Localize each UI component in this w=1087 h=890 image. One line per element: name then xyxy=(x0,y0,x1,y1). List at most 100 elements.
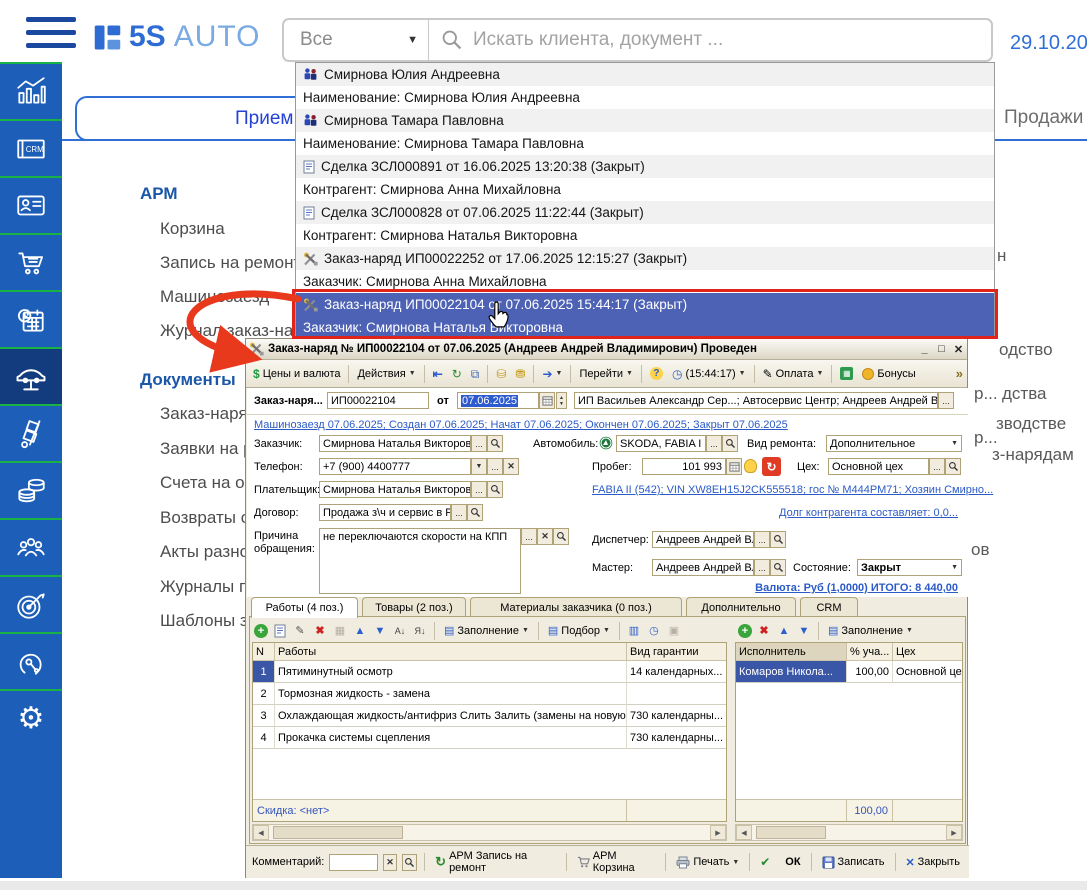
tab-additional[interactable]: Дополнительно xyxy=(686,597,796,617)
delete-row-button[interactable]: ✖ xyxy=(756,623,772,639)
time-norm-button[interactable]: ◷ xyxy=(646,623,662,639)
payer-select-button[interactable]: ... xyxy=(471,481,487,498)
fill-button[interactable]: ▤Заполнение▼ xyxy=(441,623,532,638)
customer-open-button[interactable] xyxy=(487,435,503,452)
comment-input[interactable] xyxy=(329,854,377,871)
debt-link[interactable]: Долг контрагента составляет: 0,0... xyxy=(779,507,958,519)
save-disabled-button[interactable]: ▣ xyxy=(666,623,682,639)
works-row-cell[interactable]: 1 xyxy=(253,661,275,683)
date-spinner[interactable]: ▲▼ xyxy=(556,392,567,409)
search-result-description[interactable]: Наименование: Смирнова Юлия Андреевна xyxy=(296,86,994,109)
sidebar-item-delivery[interactable] xyxy=(0,404,62,461)
search-result-client[interactable]: Смирнова Юлия Андреевна xyxy=(296,63,994,86)
menu-item-zhurnaly[interactable]: Журналы пе xyxy=(160,577,258,597)
search-result-deal[interactable]: Сделка ЗСЛ000828 от 07.06.2025 11:22:44 … xyxy=(296,201,994,224)
sidebar-item-finance[interactable] xyxy=(0,461,62,518)
ok-button[interactable]: ✔ОК xyxy=(757,854,803,870)
post-document-button[interactable]: ⇤ xyxy=(430,367,446,381)
menu-item-shablony[interactable]: Шаблоны за xyxy=(160,611,257,631)
column-header-executor[interactable]: Исполнитель xyxy=(736,643,847,661)
scroll-thumb[interactable] xyxy=(756,826,826,839)
discount-footer[interactable]: Скидка: <нет> xyxy=(253,799,627,821)
reason-textarea[interactable]: не переключаются скорости на КПП xyxy=(319,528,521,594)
search-result-work-order[interactable]: Заказ-наряд ИП00022252 от 17.06.2025 12:… xyxy=(296,247,994,270)
reason-select-button[interactable]: ... xyxy=(521,528,537,545)
move-up-button[interactable]: ▲ xyxy=(776,623,792,639)
column-header-shop[interactable]: Цех xyxy=(893,643,962,661)
copy-disabled-button[interactable]: ▦ xyxy=(332,623,348,639)
dispatcher-field[interactable]: Андреев Андрей Вл xyxy=(652,531,754,548)
structure-button[interactable]: ⛁ xyxy=(493,367,509,381)
print-button[interactable]: Печать▼ xyxy=(673,855,742,870)
bonuses-button[interactable]: Бонусы xyxy=(859,367,918,381)
global-search-combo[interactable]: Все ▼ Искать клиента, документ ... xyxy=(282,18,993,62)
maximize-button[interactable]: □ xyxy=(933,343,950,355)
phone-dropdown-button[interactable]: ▼ xyxy=(471,458,487,475)
master-field[interactable]: Андреев Андрей Вл xyxy=(652,559,754,576)
executor-row-cell[interactable]: Комаров Никола... xyxy=(736,661,847,683)
bulb-icon[interactable] xyxy=(744,459,757,473)
repair-type-select[interactable]: Дополнительное▼ xyxy=(826,435,962,452)
works-row-cell[interactable]: 3 xyxy=(253,705,275,727)
menu-item-mashinozaezd[interactable]: Машинозаезд xyxy=(160,287,269,307)
close-button[interactable]: ✕ xyxy=(950,343,967,356)
move-down-button[interactable]: ▼ xyxy=(372,623,388,639)
chevron-down-icon[interactable]: ▼ xyxy=(951,440,958,447)
comment-clear-button[interactable]: ✕ xyxy=(383,854,398,871)
subordination-button[interactable]: ⛃ xyxy=(512,367,528,381)
master-select-button[interactable]: ... xyxy=(754,559,770,576)
column-header-n[interactable]: N xyxy=(253,643,275,661)
close-dialog-button[interactable]: ✕Закрыть xyxy=(902,855,963,870)
calculator-button[interactable]: ▦ xyxy=(837,366,856,381)
search-scope-select[interactable]: Все ▼ xyxy=(284,29,428,51)
contract-open-button[interactable] xyxy=(467,504,483,521)
car-select-button[interactable]: ... xyxy=(706,435,722,452)
spin-down-icon[interactable]: ▼ xyxy=(559,401,564,407)
search-result-description[interactable]: Заказчик: Смирнова Анна Михайловна xyxy=(296,270,994,293)
column-header-warranty[interactable]: Вид гарантии xyxy=(627,643,726,661)
chevron-down-icon[interactable]: ▼ xyxy=(951,564,958,571)
calendar-button[interactable] xyxy=(539,392,555,409)
shop-select-button[interactable]: ... xyxy=(929,458,945,475)
tab-goods[interactable]: Товары (2 поз.) xyxy=(362,597,466,617)
search-result-description[interactable]: Контрагент: Смирнова Анна Михайловна xyxy=(296,178,994,201)
arm-repair-button[interactable]: ↻АРМ Запись на ремонт xyxy=(432,849,559,875)
date-field[interactable]: 07.06.2025 xyxy=(457,392,539,409)
customer-select-button[interactable]: ... xyxy=(471,435,487,452)
currency-total-link[interactable]: Валюта: Руб (1,0000) ИТОГО: 8 440,00 xyxy=(755,582,958,594)
works-row-cell[interactable]: Прокачка системы сцепления xyxy=(275,727,627,749)
dispatcher-open-button[interactable] xyxy=(770,531,786,548)
sort-desc-button[interactable]: Я↓ xyxy=(412,623,428,639)
reason-clear-button[interactable]: ✕ xyxy=(537,528,553,545)
pick-button[interactable]: ▤Подбор▼ xyxy=(545,623,613,638)
more-toolbar-button[interactable]: » xyxy=(956,366,963,381)
organization-field[interactable]: ИП Васильев Александр Сер...; Автосервис… xyxy=(574,392,938,409)
sidebar-item-cart[interactable] xyxy=(0,233,62,290)
reason-open-button[interactable] xyxy=(553,528,569,545)
sidebar-item-contacts[interactable] xyxy=(0,176,62,233)
payer-field[interactable]: Смирнова Наталья Викторовна xyxy=(319,481,471,498)
state-select[interactable]: Закрыт▼ xyxy=(857,559,962,576)
menu-item-zayavki[interactable]: Заявки на р xyxy=(160,439,253,459)
column-header-percent[interactable]: % уча... xyxy=(847,643,893,661)
menu-item-korzina[interactable]: Корзина xyxy=(160,219,225,239)
tab-crm[interactable]: CRM xyxy=(800,597,858,617)
mileage-field[interactable]: 101 993 xyxy=(642,458,726,475)
contract-field[interactable]: Продажа з\ч и сервис в Руб от 27.05.2 xyxy=(319,504,451,521)
fill-button[interactable]: ▤Заполнение▼ xyxy=(825,623,916,638)
prices-currency-button[interactable]: $Цены и валюта xyxy=(250,367,343,381)
timeline-link[interactable]: Машинозаезд 07.06.2025; Создан 07.06.202… xyxy=(254,419,788,431)
send-button[interactable]: ➔▼ xyxy=(539,367,565,381)
scroll-right-icon[interactable]: ▶ xyxy=(710,825,726,840)
phone-clear-button[interactable]: ✕ xyxy=(503,458,519,475)
works-row-cell[interactable]: Пятиминутный осмотр xyxy=(275,661,627,683)
works-hscrollbar[interactable]: ◀ ▶ xyxy=(252,824,727,841)
works-row-cell[interactable]: 4 xyxy=(253,727,275,749)
tab-customer-materials[interactable]: Материалы заказчика (0 поз.) xyxy=(470,597,682,617)
car-field[interactable]: SKODA, FABIA I xyxy=(616,435,706,452)
search-result-description[interactable]: Наименование: Смирнова Тамара Павловна xyxy=(296,132,994,155)
works-row-cell[interactable]: Тормозная жидкость - замена xyxy=(275,683,627,705)
master-open-button[interactable] xyxy=(770,559,786,576)
sidebar-item-support[interactable] xyxy=(0,632,62,689)
phone-field[interactable]: +7 (900) 4400777 xyxy=(319,458,471,475)
